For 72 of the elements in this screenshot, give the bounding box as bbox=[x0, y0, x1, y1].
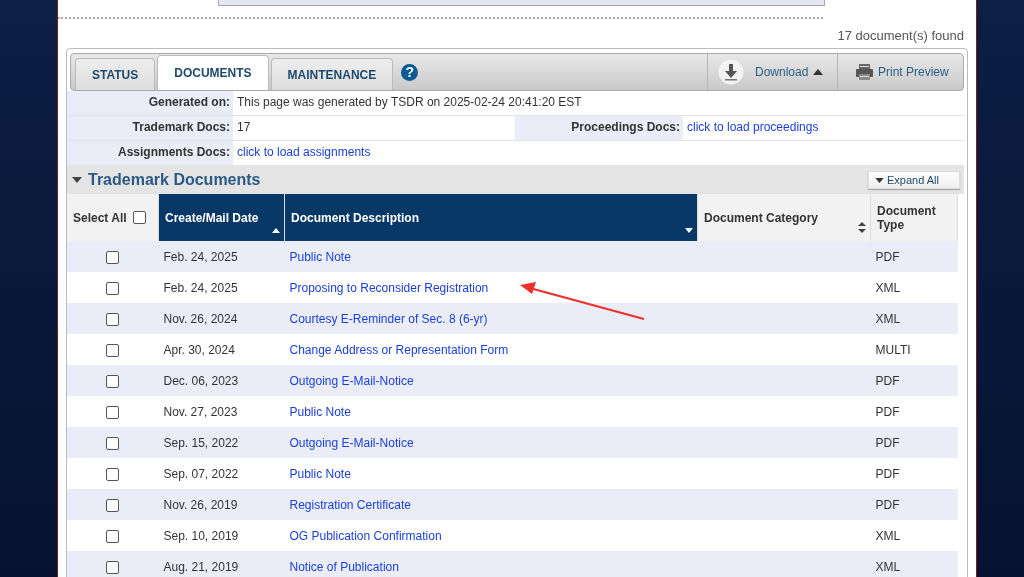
type-cell: PDF bbox=[875, 404, 900, 419]
document-link[interactable]: Public Note bbox=[289, 404, 351, 419]
sort-icon bbox=[858, 222, 866, 233]
type-cell: PDF bbox=[875, 373, 900, 388]
checkbox[interactable] bbox=[106, 498, 120, 512]
tab[interactable]: DOCUMENTS bbox=[157, 55, 269, 90]
checkbox[interactable] bbox=[106, 436, 120, 450]
date-cell: Aug. 21, 2019 bbox=[163, 559, 239, 574]
type-cell: XML bbox=[875, 559, 901, 574]
type-cell: PDF bbox=[875, 249, 900, 264]
checkbox[interactable] bbox=[106, 343, 120, 357]
field-label: Proceedings Docs: bbox=[515, 116, 683, 140]
caret-down-icon bbox=[875, 177, 884, 183]
date-cell: Sep. 10, 2019 bbox=[163, 528, 239, 543]
assignments-link[interactable]: click to load assignments bbox=[237, 145, 371, 159]
checkbox[interactable] bbox=[106, 312, 120, 326]
help-icon[interactable]: ? bbox=[401, 63, 419, 81]
proceedings-link[interactable]: click to load proceedings bbox=[687, 120, 819, 134]
type-cell: PDF bbox=[875, 497, 900, 512]
document-link[interactable]: Outgoing E-Mail-Notice bbox=[289, 373, 414, 388]
document-link[interactable]: Registration Certificate bbox=[289, 497, 411, 512]
column-header[interactable]: Document Category bbox=[697, 194, 871, 241]
select-all-label: Select All bbox=[73, 210, 127, 225]
date-cell: Sep. 07, 2022 bbox=[163, 466, 239, 481]
column-header[interactable]: Document Type bbox=[870, 194, 958, 241]
field-label: Assignments Docs: bbox=[67, 141, 233, 165]
date-cell: Dec. 06, 2023 bbox=[163, 373, 239, 388]
type-cell: PDF bbox=[875, 466, 900, 481]
checkbox[interactable] bbox=[106, 374, 120, 388]
document-link[interactable]: Public Note bbox=[289, 249, 351, 264]
type-cell: XML bbox=[875, 311, 901, 326]
download-button[interactable]: Download bbox=[707, 54, 837, 90]
type-cell: XML bbox=[875, 280, 901, 295]
checkbox[interactable] bbox=[106, 560, 120, 574]
checkbox[interactable] bbox=[106, 405, 120, 419]
document-link[interactable]: Proposing to Reconsider Registration bbox=[289, 280, 489, 295]
sort-descending-icon bbox=[685, 228, 693, 233]
caret-up-icon bbox=[813, 69, 824, 75]
field-label: Generated on: bbox=[67, 91, 233, 115]
document-link[interactable]: Notice of Publication bbox=[289, 559, 399, 574]
document-link[interactable]: Public Note bbox=[289, 466, 351, 481]
type-cell: PDF bbox=[875, 435, 900, 450]
date-cell: Nov. 26, 2019 bbox=[163, 497, 238, 512]
checkbox[interactable] bbox=[106, 250, 120, 264]
date-cell: Nov. 27, 2023 bbox=[163, 404, 238, 419]
documents-found-count: 17 document(s) found bbox=[837, 28, 964, 45]
document-link[interactable]: Change Address or Representation Form bbox=[289, 342, 509, 357]
caret-down-icon[interactable] bbox=[72, 177, 82, 183]
section-title: Trademark Documents bbox=[88, 171, 261, 189]
date-cell: Apr. 30, 2024 bbox=[163, 342, 235, 357]
tab[interactable]: STATUS bbox=[75, 58, 156, 90]
checkbox[interactable] bbox=[106, 281, 120, 295]
column-header[interactable]: Create/Mail Date bbox=[158, 194, 285, 241]
field-label: Trademark Docs: bbox=[67, 116, 233, 140]
date-cell: Sep. 15, 2022 bbox=[163, 435, 239, 450]
type-cell: MULTI bbox=[875, 342, 911, 357]
tab[interactable]: MAINTENANCE bbox=[270, 58, 394, 90]
column-header[interactable]: Document Description bbox=[284, 194, 698, 241]
document-link[interactable]: OG Publication Confirmation bbox=[289, 528, 442, 543]
printer-icon bbox=[856, 64, 873, 80]
checkbox[interactable] bbox=[132, 211, 146, 225]
document-link[interactable]: Outgoing E-Mail-Notice bbox=[289, 435, 414, 450]
expand-all-button[interactable]: Expand All bbox=[868, 171, 960, 189]
sort-ascending-icon bbox=[272, 228, 280, 233]
print-preview-button[interactable]: Print Preview bbox=[837, 54, 963, 90]
checkbox[interactable] bbox=[106, 467, 120, 481]
date-cell: Feb. 24, 2025 bbox=[163, 249, 238, 264]
type-cell: XML bbox=[875, 528, 901, 543]
checkbox[interactable] bbox=[106, 529, 120, 543]
download-icon bbox=[718, 59, 744, 85]
date-cell: Nov. 26, 2024 bbox=[163, 311, 238, 326]
date-cell: Feb. 24, 2025 bbox=[163, 280, 238, 295]
